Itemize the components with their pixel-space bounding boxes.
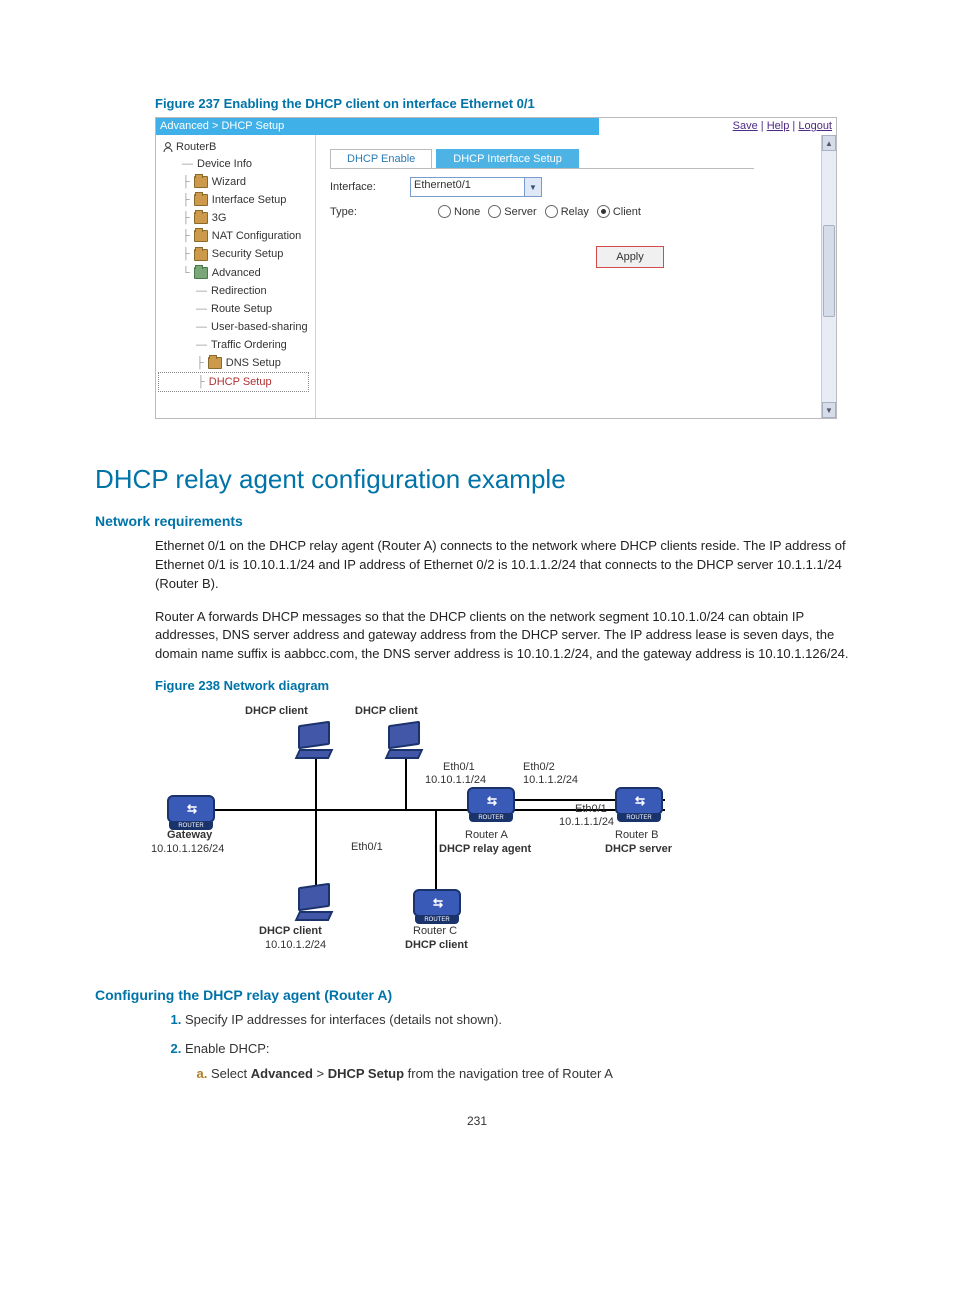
person-icon	[162, 141, 174, 153]
folder-icon	[194, 230, 208, 242]
heading-dhcp-relay-example: DHCP relay agent configuration example	[95, 464, 859, 495]
step-1: Specify IP addresses for interfaces (det…	[185, 1011, 859, 1030]
step-2: Enable DHCP: Select Advanced > DHCP Setu…	[185, 1040, 859, 1084]
radio-none[interactable]: None	[438, 205, 480, 218]
label-gateway: Gateway	[167, 829, 212, 841]
folder-icon	[208, 357, 222, 369]
label-eth01: Eth0/1	[443, 761, 475, 773]
nav-route-setup[interactable]: —Route Setup	[158, 300, 313, 318]
nav-nat[interactable]: ├NAT Configuration	[158, 227, 313, 245]
label-router-c: Router C	[413, 925, 457, 937]
tab-dhcp-enable[interactable]: DHCP Enable	[330, 149, 432, 168]
label-eth02: Eth0/2	[523, 761, 555, 773]
scroll-down-icon[interactable]: ▼	[822, 402, 836, 418]
network-diagram: DHCP client DHCP client ⇆ Gateway 10.10.…	[155, 699, 715, 969]
chevron-down-icon[interactable]: ▼	[524, 178, 541, 196]
label-dhcp-client: DHCP client	[355, 705, 418, 717]
router-icon: ⇆	[467, 787, 515, 815]
label-router-c-role: DHCP client	[405, 939, 468, 951]
nav-security[interactable]: ├Security Setup	[158, 245, 313, 263]
heading-configuring-router-a: Configuring the DHCP relay agent (Router…	[95, 987, 859, 1003]
label-router-a: Router A	[465, 829, 508, 841]
tab-dhcp-interface-setup[interactable]: DHCP Interface Setup	[436, 149, 579, 168]
heading-network-requirements: Network requirements	[95, 513, 859, 529]
label-ip-a1: 10.10.1.1/24	[425, 774, 486, 786]
label-ip-b1: 10.1.1.1/24	[559, 816, 614, 828]
page-number: 231	[95, 1114, 859, 1128]
steps-list: Specify IP addresses for interfaces (det…	[155, 1011, 859, 1084]
main-panel: DHCP Enable DHCP Interface Setup Interfa…	[316, 135, 836, 418]
save-link[interactable]: Save	[733, 120, 758, 132]
folder-icon	[194, 249, 208, 261]
label-router-a-role: DHCP relay agent	[439, 843, 531, 855]
folder-icon	[194, 176, 208, 188]
scroll-thumb[interactable]	[823, 225, 835, 317]
label-gateway-ip: 10.10.1.126/24	[151, 843, 224, 855]
radio-client[interactable]: Client	[597, 205, 641, 218]
nav-traffic-ordering[interactable]: —Traffic Ordering	[158, 336, 313, 354]
router-icon: ⇆	[615, 787, 663, 815]
interface-select[interactable]: Ethernet0/1 ▼	[410, 177, 542, 197]
nav-root[interactable]: RouterB	[158, 139, 313, 155]
pc-icon	[297, 885, 331, 919]
label-eth01: Eth0/1	[575, 803, 607, 815]
label-ip-a2: 10.1.1.2/24	[523, 774, 578, 786]
netreq-para-2: Router A forwards DHCP messages so that …	[155, 608, 859, 665]
router-admin-screenshot: Advanced > DHCP Setup Save | Help | Logo…	[155, 117, 837, 419]
interface-label: Interface:	[330, 181, 410, 193]
type-label: Type:	[330, 206, 410, 218]
step-2a: Select Advanced > DHCP Setup from the na…	[211, 1065, 859, 1084]
label-router-b: Router B	[615, 829, 658, 841]
scrollbar[interactable]: ▲ ▼	[821, 135, 836, 418]
folder-icon	[194, 212, 208, 224]
interface-value: Ethernet0/1	[411, 178, 524, 196]
label-client-ip: 10.10.1.2/24	[265, 939, 326, 951]
figure-238-caption: Figure 238 Network diagram	[155, 678, 859, 693]
logout-link[interactable]: Logout	[798, 120, 832, 132]
nav-advanced[interactable]: └Advanced	[158, 264, 313, 282]
label-eth01: Eth0/1	[351, 841, 383, 853]
folder-open-icon	[194, 267, 208, 279]
router-icon: ⇆	[413, 889, 461, 917]
folder-icon	[194, 194, 208, 206]
label-dhcp-client: DHCP client	[245, 705, 308, 717]
nav-user-sharing[interactable]: —User-based-sharing	[158, 318, 313, 336]
label-dhcp-client: DHCP client	[259, 925, 322, 937]
radio-server[interactable]: Server	[488, 205, 536, 218]
nav-3g[interactable]: ├3G	[158, 209, 313, 227]
nav-dns-setup[interactable]: ├DNS Setup	[158, 354, 313, 372]
scroll-up-icon[interactable]: ▲	[822, 135, 836, 151]
figure-237-caption: Figure 237 Enabling the DHCP client on i…	[155, 96, 859, 111]
help-link[interactable]: Help	[767, 120, 790, 132]
tab-bar: DHCP Enable DHCP Interface Setup	[330, 149, 754, 169]
pc-icon	[297, 723, 331, 757]
radio-relay[interactable]: Relay	[545, 205, 589, 218]
nav-tree: RouterB —Device Info ├Wizard ├Interface …	[156, 135, 316, 418]
netreq-para-1: Ethernet 0/1 on the DHCP relay agent (Ro…	[155, 537, 859, 594]
top-links: Save | Help | Logout	[599, 118, 836, 135]
router-icon: ⇆	[167, 795, 215, 823]
apply-button[interactable]: Apply	[596, 246, 664, 268]
nav-interface-setup[interactable]: ├Interface Setup	[158, 191, 313, 209]
nav-wizard[interactable]: ├Wizard	[158, 173, 313, 191]
nav-redirection[interactable]: —Redirection	[158, 282, 313, 300]
breadcrumb: Advanced > DHCP Setup	[156, 118, 599, 135]
nav-dhcp-setup[interactable]: ├DHCP Setup	[158, 372, 309, 392]
nav-device-info[interactable]: —Device Info	[158, 155, 313, 173]
pc-icon	[387, 723, 421, 757]
label-router-b-role: DHCP server	[605, 843, 672, 855]
